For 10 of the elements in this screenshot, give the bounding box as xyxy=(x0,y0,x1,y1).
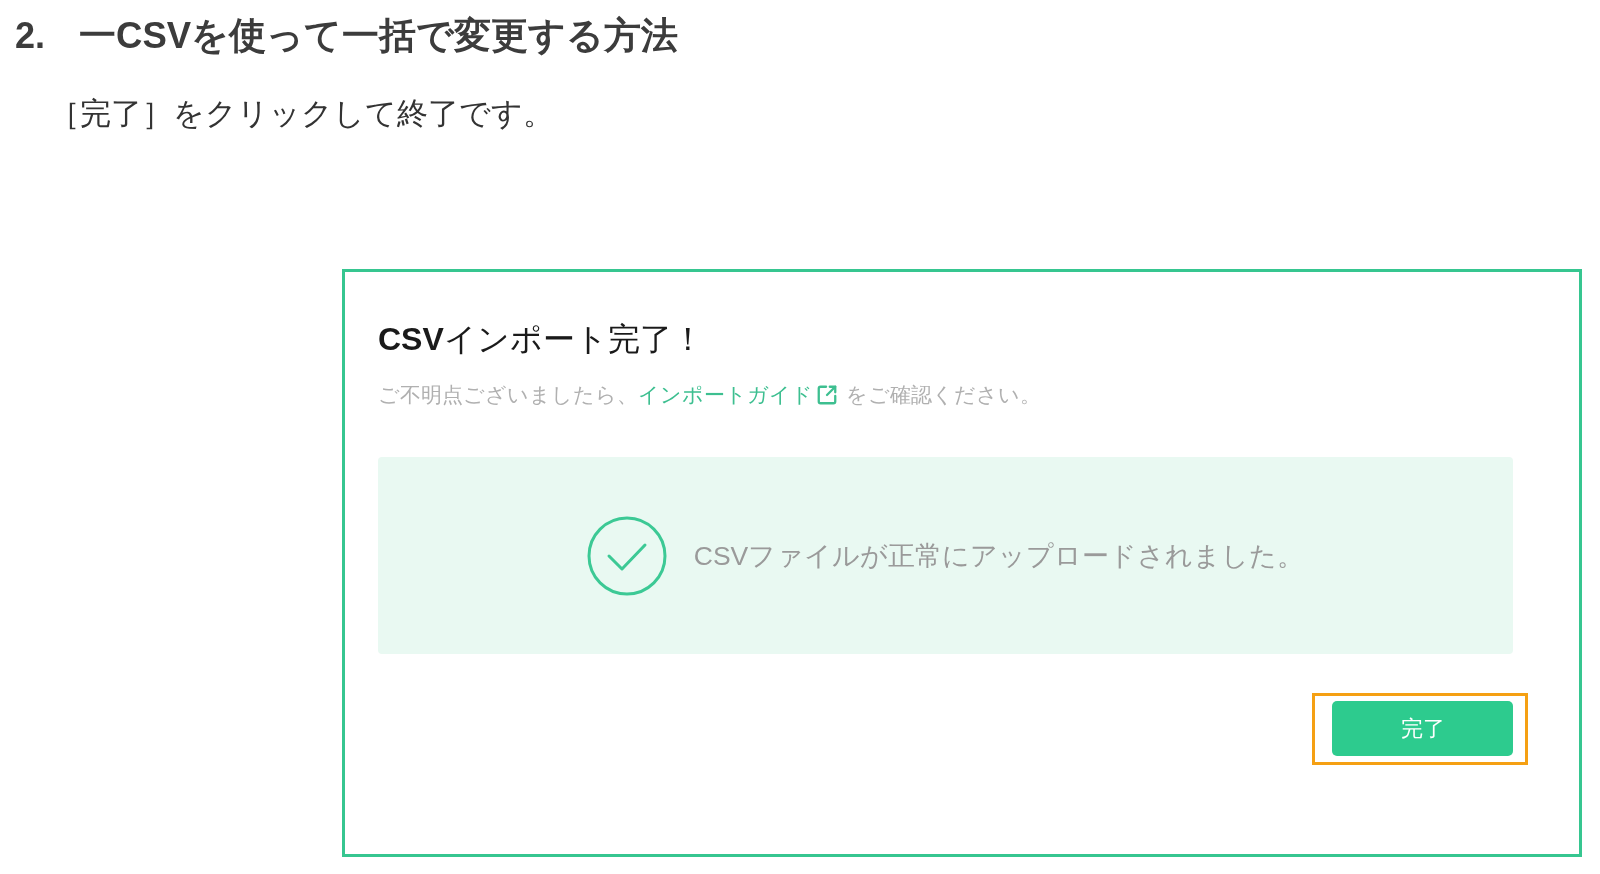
help-text: ご不明点ございましたら、インポートガイド をご確認ください。 xyxy=(378,381,1041,409)
section-heading: 一CSVを使って一括で変更する方法 xyxy=(79,14,679,58)
import-guide-link[interactable]: インポートガイド xyxy=(638,381,838,409)
heading-number: 2. xyxy=(15,14,46,58)
success-message: CSVファイルが正常にアップロードされました。 xyxy=(693,539,1305,573)
instruction-text: ［完了］をクリックして終了です。 xyxy=(49,96,554,132)
done-button[interactable]: 完了 xyxy=(1332,701,1513,756)
external-link-icon xyxy=(816,384,838,406)
dialog-title: CSVインポート完了！ xyxy=(378,320,704,358)
check-circle-icon xyxy=(586,515,667,596)
